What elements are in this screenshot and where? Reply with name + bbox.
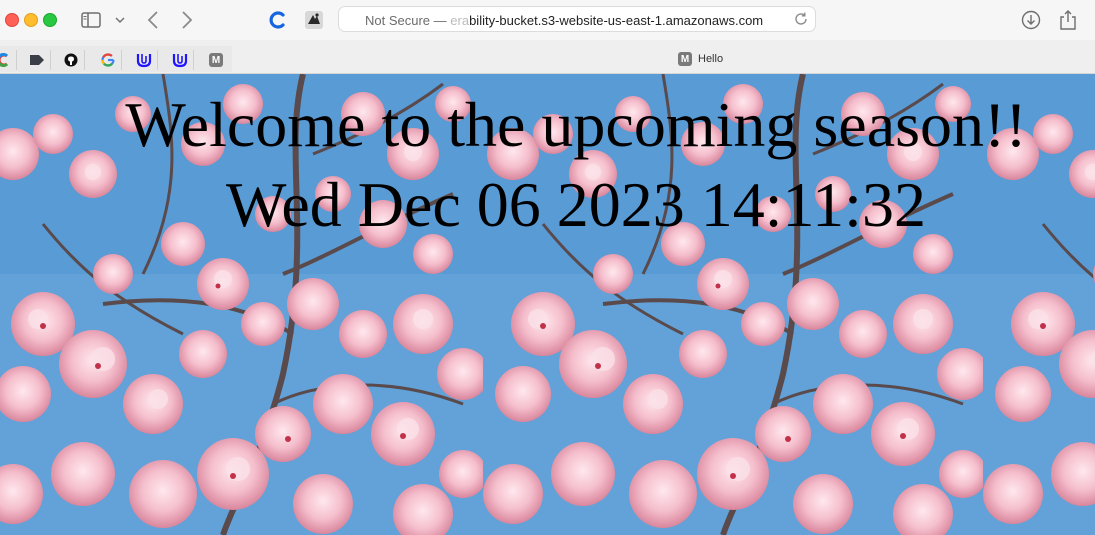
address-bar[interactable]: Not Secure — erability-bucket.s3-website… [338,6,816,32]
chevron-right-icon [182,11,193,29]
url-text: Not Secure — erability-bucket.s3-website… [365,13,763,28]
favorite-item[interactable] [58,50,85,70]
github-icon [64,53,78,67]
colorful-c-icon [0,53,9,67]
favorite-item[interactable] [167,50,194,70]
extension-logo-icon [305,11,323,29]
tab-favicon-m-icon: M [678,52,692,66]
favorites-list: M [0,46,232,72]
udacity-icon [136,54,152,68]
share-button[interactable] [1058,8,1078,32]
blue-c-logo-icon [269,11,285,29]
zoom-window-button[interactable] [43,13,57,27]
current-datetime: Wed Dec 06 2023 14:11:32 [226,169,926,240]
google-icon [101,53,115,67]
sidebar-icon [81,12,101,28]
tab-title: Hello [698,53,724,65]
download-circle-icon [1021,10,1041,30]
m-letter-icon: M [209,53,223,67]
favorite-item[interactable] [131,50,158,70]
sidebar-toggle-button[interactable] [80,8,102,32]
chevron-down-icon [115,17,125,23]
security-label: Not Secure — [365,13,447,28]
favorite-item[interactable] [0,50,17,70]
favorite-item[interactable] [95,50,122,70]
tab-group-menu-button[interactable] [114,8,126,32]
downloads-button[interactable] [1020,8,1042,32]
reload-icon[interactable] [793,11,809,27]
back-button[interactable] [144,8,162,32]
url-faded-prefix: era [450,13,470,28]
minimize-window-button[interactable] [24,13,38,27]
arrow-bookmark-icon [30,55,44,65]
favorite-item[interactable]: M [203,50,229,70]
favorite-item[interactable] [24,50,51,70]
web-page: Welcome to the upcoming season!! Wed Dec… [0,74,1095,535]
forward-button[interactable] [178,8,196,32]
close-window-button[interactable] [5,13,19,27]
welcome-headline: Welcome to the upcoming season!! [125,89,1027,160]
extension-c-button[interactable] [268,8,288,32]
extension-button[interactable] [303,8,325,32]
browser-toolbar: Not Secure — erability-bucket.s3-website… [0,0,1095,40]
share-icon [1060,10,1076,30]
url-host: bility-bucket.s3-website-us-east-1.amazo… [469,13,764,28]
active-tab[interactable]: M Hello [678,52,723,66]
chevron-left-icon [147,11,158,29]
favorites-bar: M M Hello [0,40,1095,74]
udacity-icon [172,54,188,68]
